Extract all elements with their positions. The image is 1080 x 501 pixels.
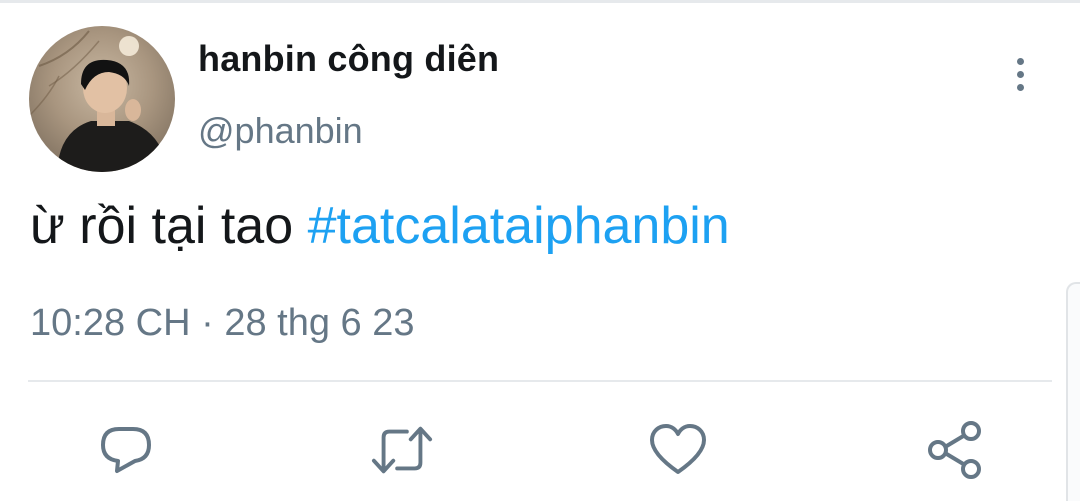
like-button[interactable]: [646, 418, 710, 482]
display-name[interactable]: hanbin công diên: [198, 38, 499, 80]
hashtag-link[interactable]: #tatcalataiphanbin: [308, 197, 730, 255]
tweet-text: ừ rồi tại tao #tatcalataiphanbin: [30, 196, 730, 256]
tweet-timestamp[interactable]: 10:28 CH · 28 thg 6 23: [30, 302, 415, 345]
share-button[interactable]: [922, 418, 986, 482]
meta-separator: ·: [201, 302, 214, 344]
tweet-date: 28 thg 6 23: [224, 302, 415, 344]
retweet-button[interactable]: [370, 418, 434, 482]
top-divider: [0, 0, 1080, 3]
tweet-text-plain: ừ rồi tại tao: [30, 197, 308, 255]
heart-icon: [650, 424, 706, 474]
reply-icon: [101, 427, 151, 473]
tweet-time: 10:28 CH: [30, 302, 191, 344]
more-vertical-icon: [1016, 57, 1024, 65]
reply-button[interactable]: [94, 418, 158, 482]
more-options-button[interactable]: [1000, 52, 1040, 96]
share-icon: [928, 421, 981, 479]
scrollbar-edge: [1066, 282, 1080, 501]
user-handle[interactable]: @phanbin: [198, 110, 363, 152]
more-vertical-icon-dot: [1016, 83, 1024, 91]
more-vertical-icon-dot: [1016, 70, 1024, 78]
avatar[interactable]: [29, 26, 175, 172]
retweet-icon: [371, 426, 433, 474]
actions-divider: [28, 380, 1052, 382]
